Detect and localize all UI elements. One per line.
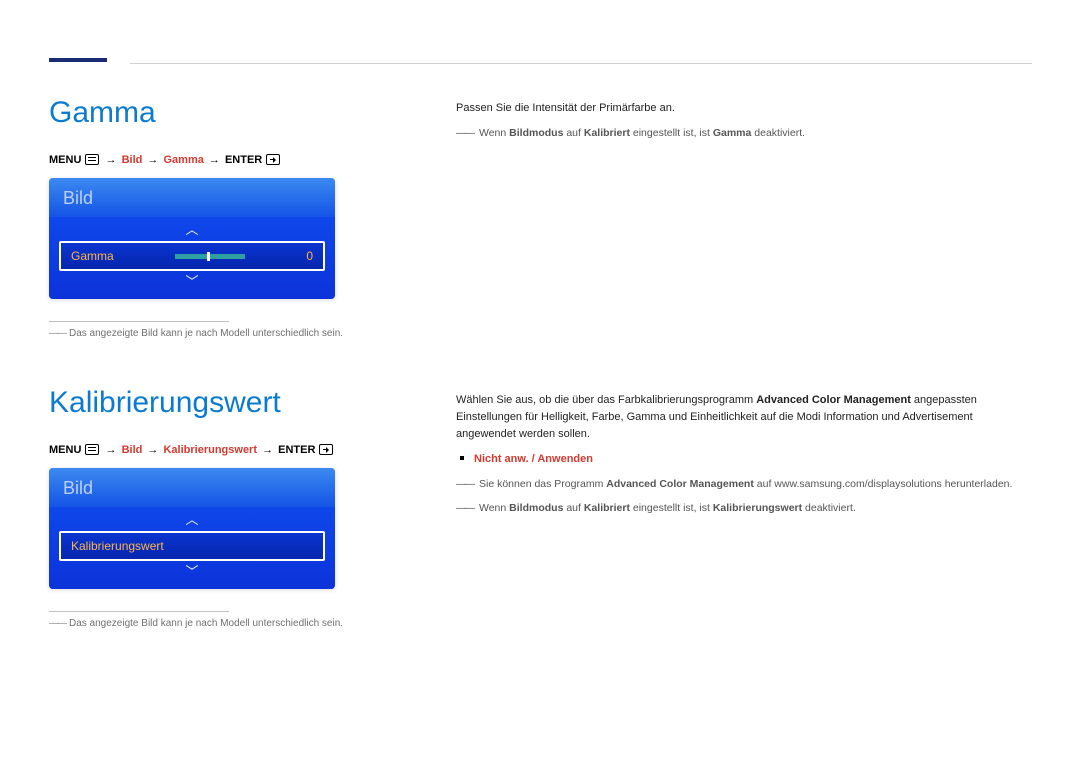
menu-icon — [85, 154, 99, 165]
section-marker — [49, 58, 107, 62]
dash-icon: ―― — [456, 478, 473, 490]
footnote-kalibrierungswert: ―― Das angezeigte Bild kann je nach Model… — [49, 618, 429, 629]
breadcrumb-path1: Bild — [122, 154, 143, 166]
dash-icon: ―― — [456, 502, 473, 514]
footnote-text: Das angezeigte Bild kann je nach Modell … — [69, 618, 343, 629]
breadcrumb-enter: ENTER — [225, 154, 262, 166]
slider-track — [175, 254, 245, 259]
breadcrumb-kalibrierungswert: MENU → Bild → Kalibrierungswert → ENTER — [49, 444, 429, 456]
footnote-rule — [49, 611, 229, 612]
slider-thumb[interactable] — [207, 252, 210, 261]
footnote-rule — [49, 321, 229, 322]
osd-row-gamma[interactable]: Gamma 0 — [59, 241, 325, 271]
chevron-down-icon[interactable]: ﹀ — [59, 275, 325, 289]
breadcrumb-path2: Gamma — [163, 154, 203, 166]
breadcrumb-menu: MENU — [49, 444, 81, 456]
breadcrumb-path1: Bild — [122, 444, 143, 456]
enter-icon — [266, 154, 280, 165]
breadcrumb-enter: ENTER — [278, 444, 315, 456]
dash-icon: ―― — [456, 127, 473, 139]
dash-icon: ―― — [49, 328, 65, 339]
top-divider — [130, 63, 1032, 64]
chevron-up-icon[interactable]: ︿ — [59, 513, 325, 527]
gamma-note: ――Wenn Bildmodus auf Kalibriert eingeste… — [456, 125, 1032, 141]
breadcrumb-gamma: MENU → Bild → Gamma → ENTER — [49, 154, 429, 166]
osd-panel-kalibrierungswert: Bild ︿ Kalibrierungswert ﹀ — [49, 468, 335, 589]
gamma-description: Passen Sie die Intensität der Primärfarb… — [456, 100, 1032, 117]
kalibrierungswert-note: ――Wenn Bildmodus auf Kalibriert eingeste… — [456, 500, 1032, 516]
breadcrumb-menu: MENU — [49, 154, 81, 166]
footnote-gamma: ―― Das angezeigte Bild kann je nach Model… — [49, 328, 429, 339]
kalibrierungswert-download-note: ――Sie können das Programm Advanced Color… — [456, 476, 1032, 492]
options-text: Nicht anw. / Anwenden — [474, 453, 593, 465]
arrow-icon: → — [106, 154, 117, 166]
menu-icon — [85, 444, 99, 455]
chevron-down-icon[interactable]: ﹀ — [59, 565, 325, 579]
arrow-icon: → — [147, 154, 158, 166]
osd-row-kalibrierungswert[interactable]: Kalibrierungswert — [59, 531, 325, 561]
breadcrumb-path2: Kalibrierungswert — [163, 444, 257, 456]
osd-body: ︿ Gamma 0 ﹀ — [49, 217, 335, 299]
footnote-text: Das angezeigte Bild kann je nach Modell … — [69, 328, 343, 339]
osd-header: Bild — [49, 178, 335, 217]
osd-header: Bild — [49, 468, 335, 507]
heading-kalibrierungswert: Kalibrierungswert — [49, 386, 429, 420]
osd-panel-gamma: Bild ︿ Gamma 0 ﹀ — [49, 178, 335, 299]
osd-row-label: Kalibrierungswert — [71, 539, 164, 553]
heading-gamma: Gamma — [49, 96, 429, 130]
arrow-icon: → — [209, 154, 220, 166]
chevron-up-icon[interactable]: ︿ — [59, 223, 325, 237]
arrow-icon: → — [147, 444, 158, 456]
osd-row-label: Gamma — [71, 249, 114, 263]
arrow-icon: → — [106, 444, 117, 456]
kalibrierungswert-description: Wählen Sie aus, ob die über das Farbkali… — [456, 392, 1032, 443]
enter-icon — [319, 444, 333, 455]
dash-icon: ―― — [49, 618, 65, 629]
osd-row-value: 0 — [306, 249, 313, 263]
bullet-icon — [460, 456, 464, 460]
arrow-icon: → — [262, 444, 273, 456]
gamma-slider[interactable] — [124, 252, 297, 260]
kalibrierungswert-options: Nicht anw. / Anwenden — [456, 451, 1032, 468]
osd-body: ︿ Kalibrierungswert ﹀ — [49, 507, 335, 589]
